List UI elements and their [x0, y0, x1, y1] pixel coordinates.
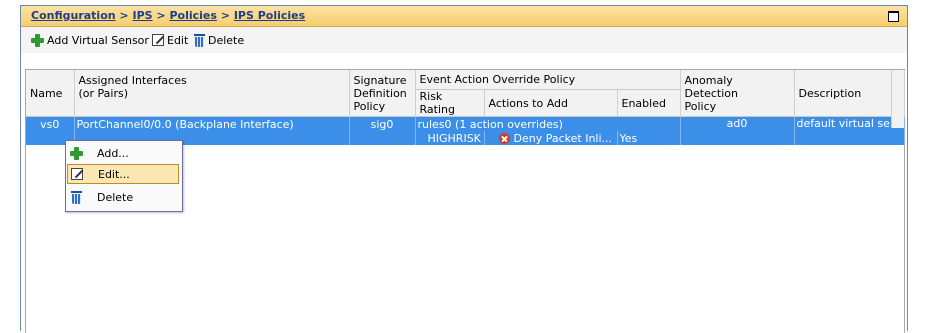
panel-title-bar: Configuration > IPS > Policies > IPS Pol…	[21, 6, 907, 27]
breadcrumb-separator: >	[216, 9, 234, 22]
col-header-signature-policy[interactable]: Signature Definition Policy	[349, 70, 416, 117]
breadcrumb-policies[interactable]: Policies	[169, 9, 216, 22]
cell-signature-policy: sig0	[349, 116, 416, 131]
col-header-assigned-interfaces[interactable]: Assigned Interfaces (or Pairs)	[74, 70, 350, 117]
maximize-icon[interactable]	[888, 11, 899, 22]
cell-anomaly-detection: ad0	[680, 116, 795, 145]
cell-blank	[349, 131, 416, 145]
cell-description: default virtual se...	[794, 116, 905, 145]
col-header-risk-rating[interactable]: Risk Rating	[415, 89, 485, 117]
cell-interfaces: PortChannel0/0.0 (Backplane Interface)	[74, 116, 350, 131]
delete-button[interactable]: Delete	[194, 33, 244, 47]
add-virtual-sensor-button[interactable]: Add Virtual Sensor	[31, 33, 149, 47]
col-header-actions-to-add[interactable]: Actions to Add	[484, 89, 618, 117]
context-menu-edit[interactable]: Edit...	[67, 164, 179, 184]
add-virtual-sensor-label: Add Virtual Sensor	[47, 33, 149, 47]
delete-label: Delete	[208, 33, 245, 47]
toolbar: Add Virtual Sensor Edit Delete	[21, 27, 907, 53]
cell-action-to-add-label: Deny Packet Inli...	[513, 131, 613, 145]
virtual-sensors-grid: Name Assigned Interfaces (or Pairs) Sign…	[26, 70, 905, 145]
breadcrumb-configuration[interactable]: Configuration	[31, 9, 116, 22]
cell-risk-rating: HIGHRISK	[415, 131, 485, 145]
context-menu-delete[interactable]: Delete	[67, 187, 179, 207]
col-header-name[interactable]: Name	[26, 70, 75, 117]
menu-icon-slot	[67, 146, 85, 160]
table-row[interactable]: vs0 PortChannel0/0.0 (Backplane Interfac…	[26, 116, 905, 145]
plus-icon	[31, 33, 44, 47]
breadcrumb: Configuration > IPS > Policies > IPS Pol…	[31, 9, 305, 22]
col-header-event-action-group[interactable]: Event Action Override Policy	[415, 70, 681, 90]
menu-icon-slot	[67, 190, 85, 204]
cell-name: vs0	[26, 116, 75, 131]
plus-icon	[69, 146, 83, 160]
col-header-description[interactable]: Description	[794, 70, 905, 117]
breadcrumb-separator: >	[152, 9, 170, 22]
breadcrumb-ips-policies[interactable]: IPS Policies	[234, 9, 305, 22]
col-header-anomaly-detection[interactable]: Anomaly Detection Policy	[680, 70, 795, 117]
context-menu-add[interactable]: Add...	[67, 143, 179, 163]
cell-action-to-add: Deny Packet Inli...	[484, 131, 618, 145]
edit-button[interactable]: Edit	[152, 33, 188, 47]
context-menu-delete-label: Delete	[97, 190, 134, 204]
context-menu-add-label: Add...	[97, 146, 129, 160]
trash-icon	[70, 190, 82, 204]
edit-icon	[152, 34, 164, 46]
deny-icon	[498, 132, 510, 144]
breadcrumb-separator: >	[115, 9, 133, 22]
edit-label: Edit	[167, 33, 189, 47]
context-menu-edit-label: Edit...	[98, 167, 130, 181]
trash-icon	[194, 33, 205, 47]
col-header-enabled[interactable]: Enabled	[617, 89, 681, 117]
cell-enabled: Yes	[617, 131, 681, 145]
cell-event-action-policy: rules0 (1 action overrides)	[415, 116, 681, 131]
menu-icon-slot	[68, 168, 86, 180]
header-scroll-spacer	[891, 70, 904, 128]
edit-icon	[71, 168, 83, 180]
breadcrumb-ips[interactable]: IPS	[132, 9, 152, 22]
context-menu: Add... Edit... Delete	[65, 140, 183, 212]
